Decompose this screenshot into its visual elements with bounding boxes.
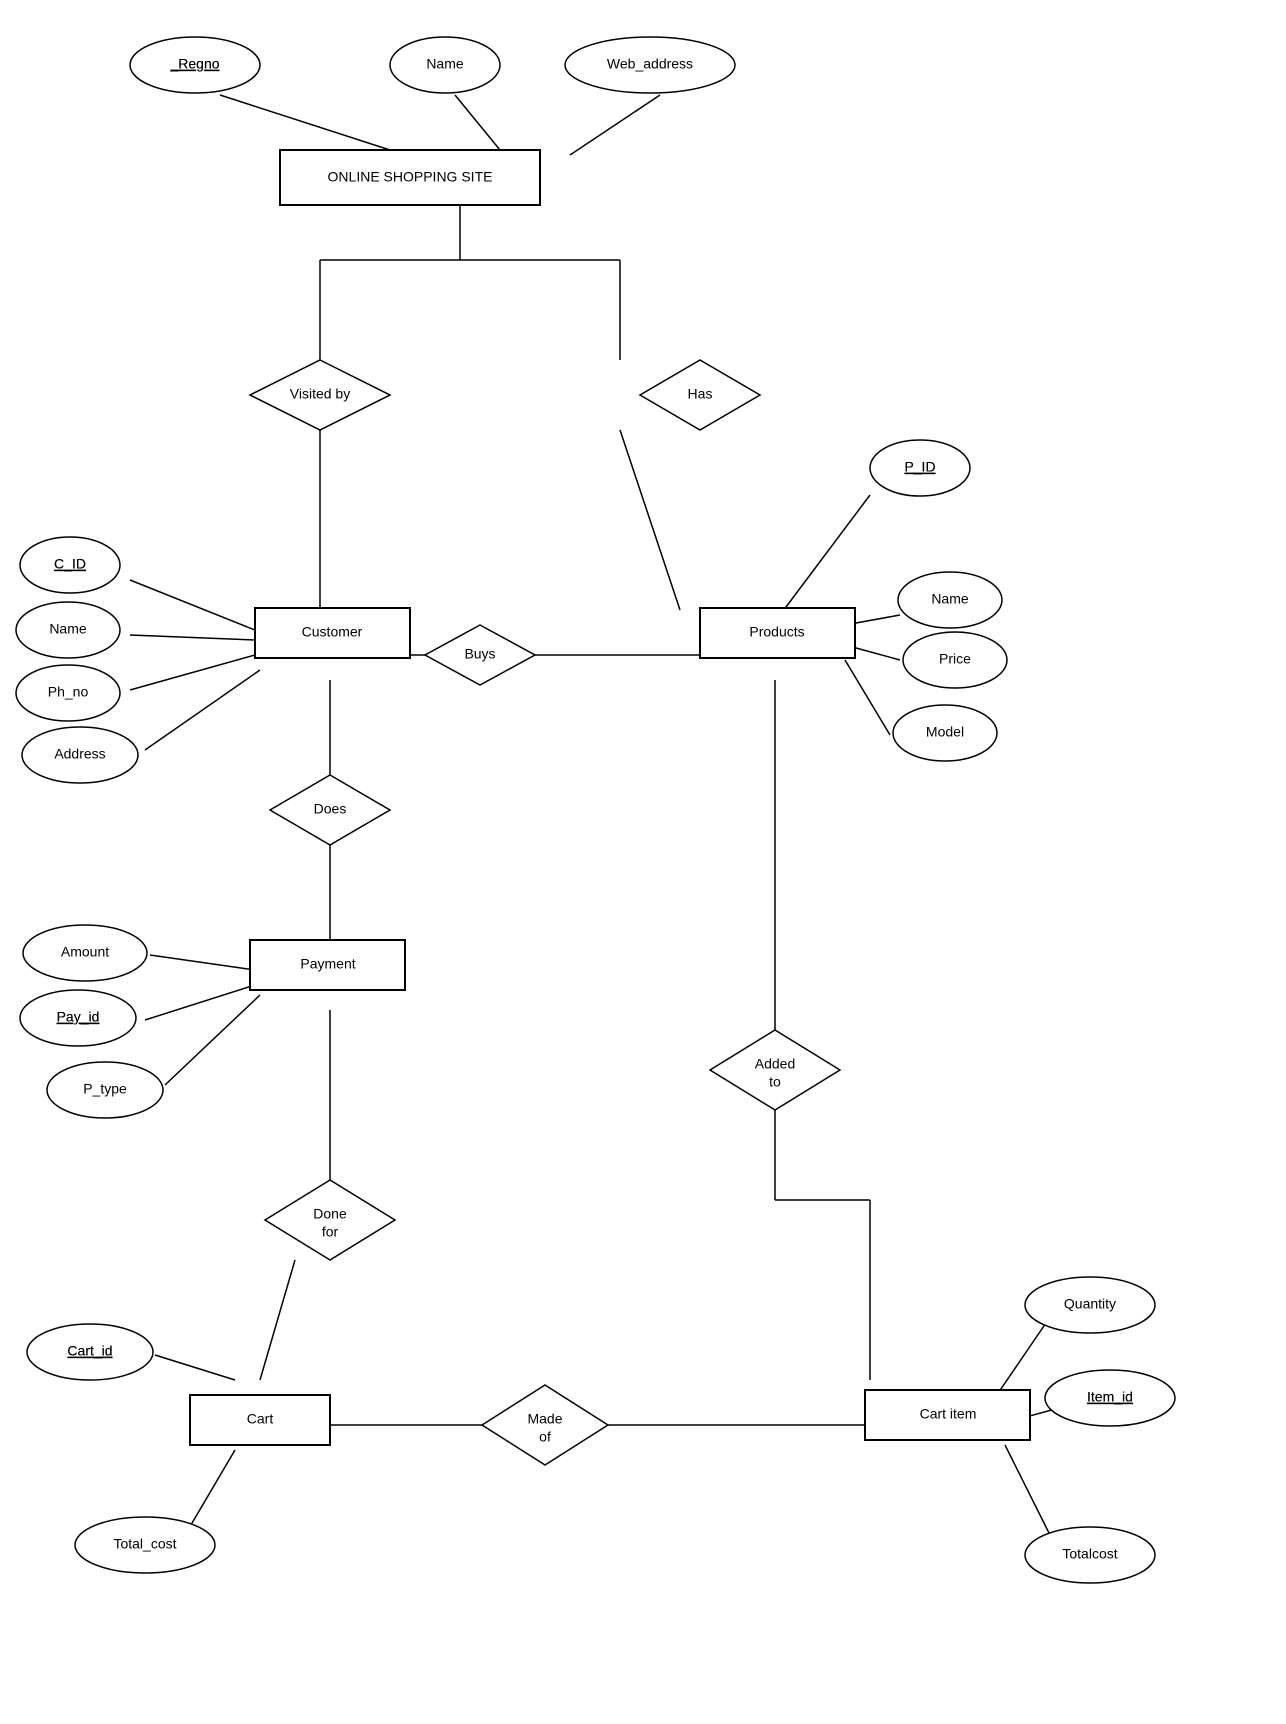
attr-totalcost-label: Totalcost: [1062, 1546, 1117, 1562]
attr-p-id-underline: P_ID: [904, 459, 935, 475]
entity-cart-label: Cart: [247, 1411, 274, 1427]
attr-amount-label: Amount: [61, 944, 109, 960]
attr-cust-name-label: Name: [49, 621, 87, 637]
attr-regno-underline: _Regno: [169, 56, 219, 72]
er-diagram: ONLINE SHOPPING SITE Customer Products P…: [0, 0, 1286, 1724]
attr-item-id-underline: Item_id: [1087, 1389, 1133, 1405]
attr-cart-id-underline: Cart_id: [67, 1343, 112, 1359]
entity-products-label: Products: [749, 624, 804, 640]
relation-added-to-label2: to: [769, 1074, 781, 1090]
attr-p-type-label: P_type: [83, 1081, 127, 1097]
attr-pay-id-underline: Pay_id: [57, 1009, 100, 1025]
relation-done-for-label2: for: [322, 1224, 339, 1240]
attr-prod-name-label: Name: [931, 591, 969, 607]
attr-address-label: Address: [54, 746, 105, 762]
relation-does-label: Does: [314, 801, 347, 817]
attr-model-label: Model: [926, 724, 964, 740]
attr-oss-name-label: Name: [426, 56, 464, 72]
attr-ph-no-label: Ph_no: [48, 684, 89, 700]
relation-done-for-label: Done: [313, 1206, 347, 1222]
relation-made-of-label2: of: [539, 1429, 551, 1445]
relation-added-to-label: Added: [755, 1056, 795, 1072]
attr-quantity-label: Quantity: [1064, 1296, 1116, 1312]
attr-c-id-underline: C_ID: [54, 556, 86, 572]
entity-cart-item-label: Cart item: [920, 1406, 977, 1422]
relation-visited-by-label: Visited by: [290, 386, 350, 402]
attr-web-address-label: Web_address: [607, 56, 693, 72]
entity-payment-label: Payment: [300, 956, 355, 972]
relation-made-of-label: Made: [527, 1411, 562, 1427]
entity-customer-label: Customer: [302, 624, 363, 640]
attr-price-label: Price: [939, 651, 971, 667]
entity-online-shopping-label: ONLINE SHOPPING SITE: [328, 169, 493, 185]
relation-buys-label: Buys: [464, 646, 495, 662]
attr-total-cost-label: Total_cost: [113, 1536, 176, 1552]
relation-has-label: Has: [688, 386, 713, 402]
